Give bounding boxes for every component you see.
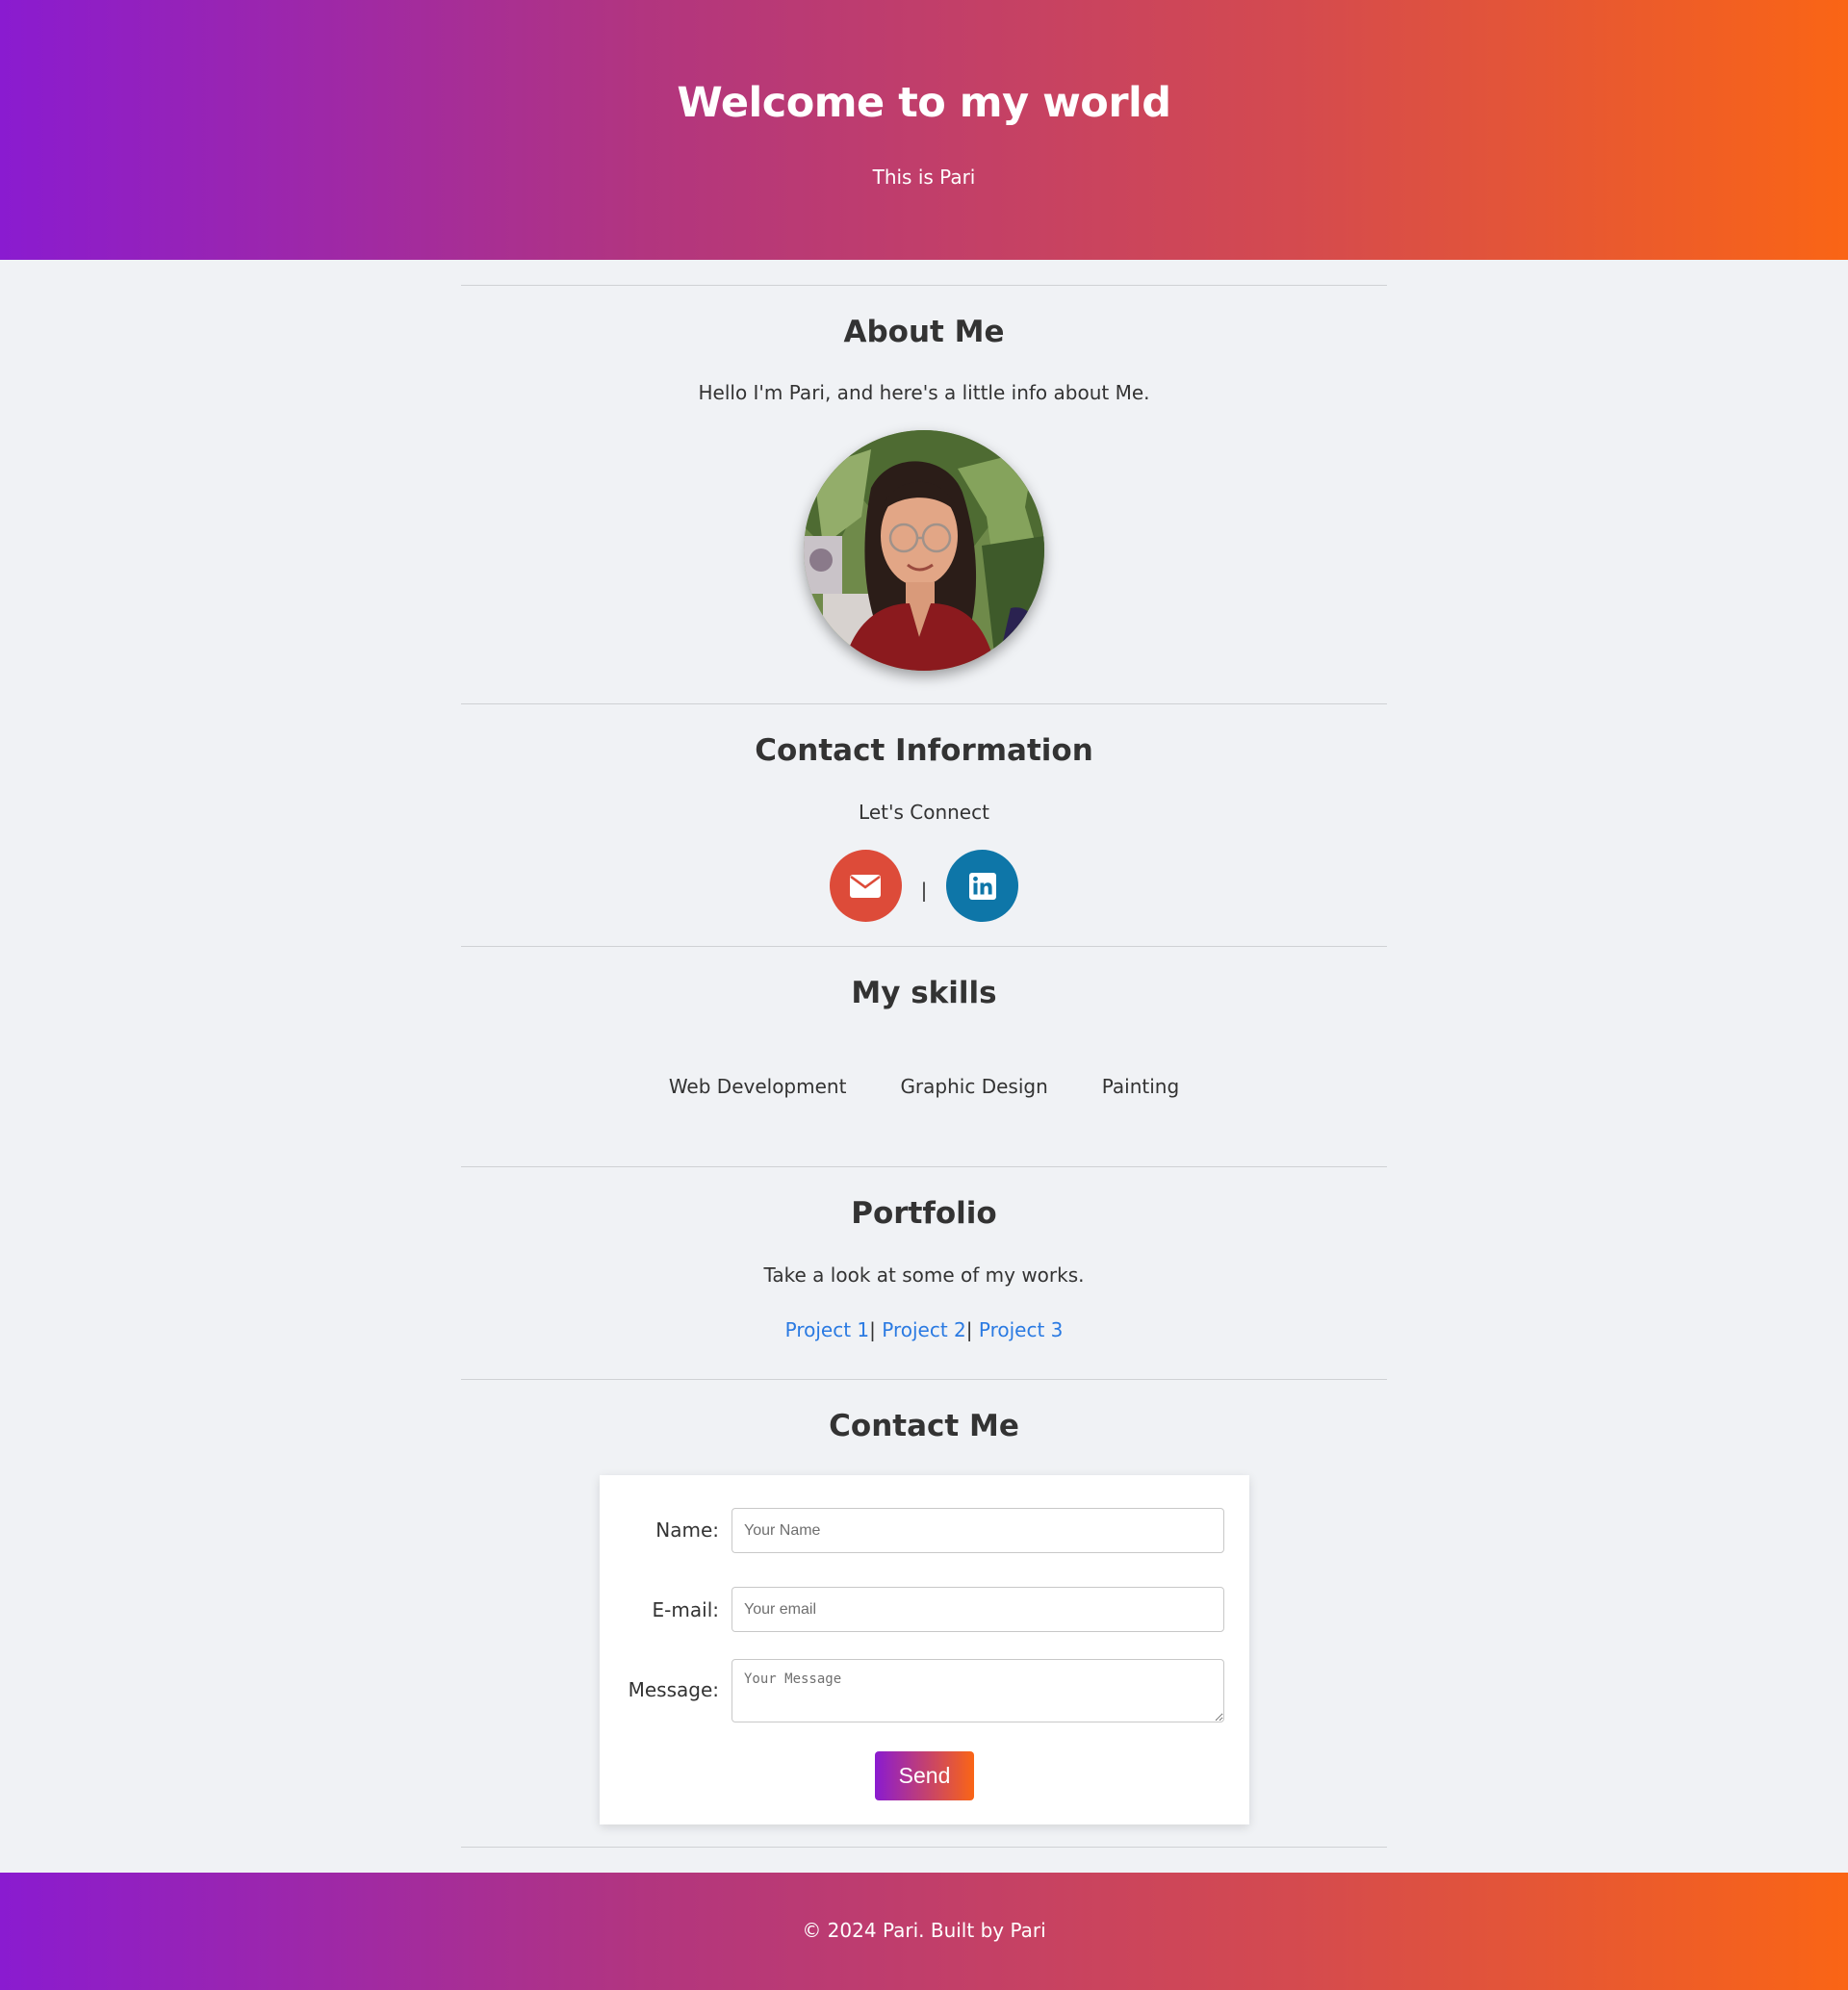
profile-photo <box>804 430 1044 671</box>
message-field[interactable] <box>732 1659 1224 1722</box>
project-link-3[interactable]: Project 3 <box>979 1318 1064 1341</box>
page-footer: © 2024 Pari. Built by Pari <box>0 1873 1848 1990</box>
email-link-button[interactable] <box>829 850 902 922</box>
project-link-1[interactable]: Project 1 <box>785 1318 870 1341</box>
section-divider <box>461 1847 1387 1848</box>
contact-me-section: Contact Me Name: E-mail: Message: Send <box>461 1380 1387 1847</box>
hero-title: Welcome to my world <box>677 79 1171 127</box>
about-section: About Me Hello I'm Pari, and here's a li… <box>461 286 1387 703</box>
contact-info-text: Let's Connect <box>859 801 989 824</box>
social-links: | <box>461 850 1387 922</box>
contact-form: Name: E-mail: Message: Send <box>600 1475 1249 1824</box>
message-label: Message: <box>628 1678 719 1701</box>
skill-item: Graphic Design <box>900 1075 1048 1098</box>
project-links: Project 1| Project 2| Project 3 <box>461 1318 1387 1341</box>
name-label: Name: <box>655 1518 719 1542</box>
email-field[interactable] <box>732 1587 1224 1632</box>
portfolio-text: Take a look at some of my works. <box>763 1263 1085 1287</box>
project-separator: | <box>965 1318 973 1341</box>
footer-text: © 2024 Pari. Built by Pari <box>802 1919 1046 1942</box>
send-button[interactable]: Send <box>875 1751 974 1800</box>
hero-header: Welcome to my world This is Pari <box>0 0 1848 260</box>
profile-photo-image <box>804 430 1044 671</box>
linkedin-icon <box>968 872 996 900</box>
email-label: E-mail: <box>652 1598 719 1621</box>
about-text: Hello I'm Pari, and here's a little info… <box>698 381 1150 404</box>
about-heading: About Me <box>843 315 1005 349</box>
skill-list: Web Development Graphic Design Painting <box>461 1075 1387 1098</box>
project-link-2[interactable]: Project 2 <box>882 1318 966 1341</box>
skill-item: Painting <box>1101 1075 1180 1098</box>
hero-subtitle: This is Pari <box>872 166 976 189</box>
contact-info-section: Contact Information Let's Connect | <box>461 704 1387 946</box>
main-content: About Me Hello I'm Pari, and here's a li… <box>461 260 1387 1848</box>
contact-me-heading: Contact Me <box>829 1409 1019 1443</box>
skills-heading: My skills <box>851 976 997 1010</box>
project-separator: | <box>869 1318 876 1341</box>
contact-info-heading: Contact Information <box>755 733 1093 768</box>
name-field[interactable] <box>732 1508 1224 1553</box>
linkedin-link-button[interactable] <box>946 850 1019 922</box>
social-separator: | <box>920 878 928 902</box>
envelope-icon <box>850 874 882 898</box>
skills-section: My skills Web Development Graphic Design… <box>461 947 1387 1166</box>
portfolio-section: Portfolio Take a look at some of my work… <box>461 1167 1387 1379</box>
skill-item: Web Development <box>668 1075 847 1098</box>
portfolio-heading: Portfolio <box>851 1196 997 1231</box>
